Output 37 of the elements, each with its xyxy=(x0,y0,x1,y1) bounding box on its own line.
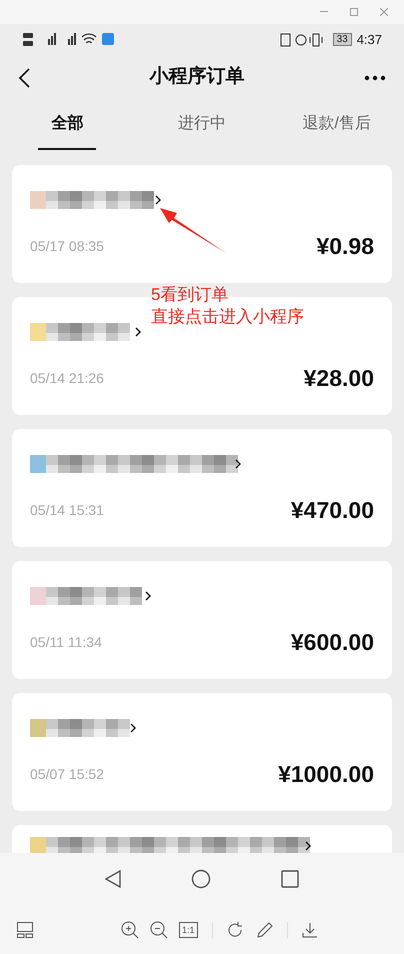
page-title: 小程序订单 xyxy=(150,64,244,90)
tab[interactable]: 进行中 xyxy=(174,100,230,150)
order-card[interactable]: 05/07 15:52 ¥1000.00 xyxy=(12,693,392,811)
home-nav-icon[interactable] xyxy=(191,869,211,889)
tab[interactable]: 全部 xyxy=(38,100,96,150)
maximize-icon[interactable] xyxy=(350,8,358,16)
order-amount: ¥1000.00 xyxy=(278,760,374,789)
order-date: 05/14 15:31 xyxy=(30,500,104,520)
zoom-out-icon[interactable] xyxy=(150,920,168,938)
order-amount: ¥28.00 xyxy=(304,364,374,393)
order-card[interactable] xyxy=(12,825,392,853)
order-date: 05/14 21:26 xyxy=(30,368,104,388)
more-icon[interactable] xyxy=(364,74,386,80)
pencil-icon[interactable] xyxy=(256,922,273,938)
order-amount: ¥600.00 xyxy=(290,628,374,657)
back-nav-icon[interactable] xyxy=(105,870,121,888)
actual-size-button[interactable]: 1:1 xyxy=(179,922,198,938)
tab[interactable]: 退款/售后 xyxy=(298,100,375,150)
back-icon[interactable] xyxy=(18,68,30,88)
battery-level: 33 xyxy=(332,33,352,46)
order-card[interactable]: 05/14 15:31 ¥470.00 xyxy=(12,429,392,547)
recent-apps-icon[interactable] xyxy=(281,870,299,888)
order-date: 05/07 15:52 xyxy=(30,764,104,784)
thumbnails-icon[interactable] xyxy=(17,922,33,938)
order-amount: ¥470.00 xyxy=(290,496,374,525)
order-date: 05/11 11:34 xyxy=(30,632,102,652)
clock-time: 4:37 xyxy=(356,30,382,49)
order-amount: ¥0.98 xyxy=(316,232,374,261)
order-card[interactable]: 05/11 11:34 ¥600.00 xyxy=(12,561,392,679)
order-date: 05/17 08:35 xyxy=(30,236,104,256)
zoom-in-icon[interactable] xyxy=(121,920,139,938)
annotation-text: 直接点击进入小程序 xyxy=(151,306,304,328)
download-icon[interactable] xyxy=(302,922,318,938)
close-icon[interactable] xyxy=(380,8,388,16)
minimize-icon[interactable] xyxy=(320,11,328,13)
rotate-icon[interactable] xyxy=(226,922,243,938)
order-card[interactable]: 05/17 08:35 ¥0.98 xyxy=(12,165,392,283)
